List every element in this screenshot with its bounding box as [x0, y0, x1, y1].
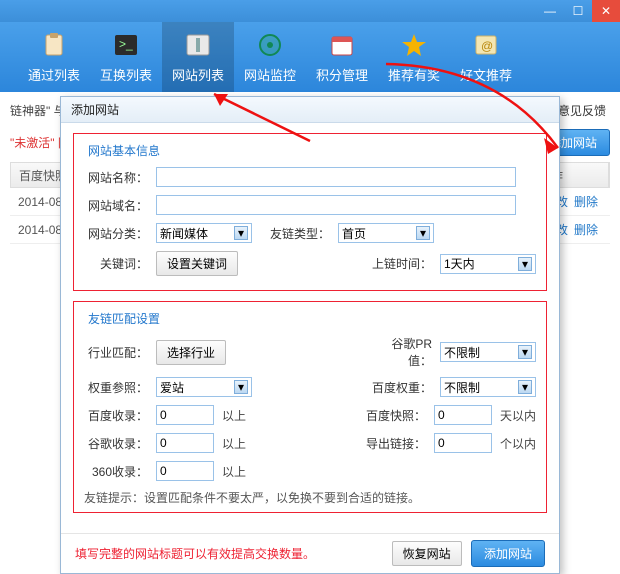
delete-link[interactable]: 删除: [574, 195, 598, 209]
bdsnap-label: 百度快照：: [362, 407, 426, 424]
section-match-settings: 友链匹配设置 行业匹配： 选择行业 谷歌PR值： 不限制▾ 权重参照： 爱站▾ …: [73, 301, 547, 513]
target-icon: [255, 31, 285, 59]
chevron-down-icon: ▾: [234, 226, 248, 240]
s360-input[interactable]: [156, 461, 214, 481]
window-icon: [183, 31, 213, 59]
link-type-label: 友链类型：: [266, 225, 330, 242]
clipboard-icon: [39, 31, 69, 59]
terminal-icon: >_: [111, 31, 141, 59]
bdweight-select[interactable]: 不限制▾: [440, 377, 536, 397]
nav-item[interactable]: @ 好文推荐: [450, 22, 522, 92]
chevron-down-icon: ▾: [518, 380, 532, 394]
nav-item[interactable]: 网站列表: [162, 22, 234, 92]
nav-item[interactable]: 积分管理: [306, 22, 378, 92]
nav-item[interactable]: 通过列表: [18, 22, 90, 92]
site-name-label: 网站名称：: [84, 169, 148, 186]
weight-ref-label: 权重参照：: [84, 379, 148, 396]
select-industry-button[interactable]: 选择行业: [156, 340, 226, 365]
nav-item[interactable]: 推荐有奖: [378, 22, 450, 92]
gg-index-label: 谷歌收录：: [84, 435, 148, 452]
export-label: 导出链接：: [362, 435, 426, 452]
site-cat-label: 网站分类：: [84, 225, 148, 242]
suffix: 以上: [222, 463, 246, 480]
submit-add-site-button[interactable]: 添加网站: [471, 540, 545, 567]
suffix: 个以内: [500, 435, 536, 452]
nav-label: 推荐有奖: [388, 65, 440, 84]
baidu-index-input[interactable]: [156, 405, 214, 425]
s360-label: 360收录：: [84, 463, 148, 480]
link-type-select[interactable]: 首页▾: [338, 223, 434, 243]
svg-text:>_: >_: [119, 37, 133, 51]
chevron-down-icon: ▾: [416, 226, 430, 240]
weight-ref-select[interactable]: 爱站▾: [156, 377, 252, 397]
calendar-icon: [327, 31, 357, 59]
match-hint: 友链提示：设置匹配条件不要太严，以免换不要到合适的链接。: [84, 489, 536, 506]
gpr-label: 谷歌PR值：: [368, 335, 432, 369]
close-button[interactable]: ✕: [592, 0, 620, 22]
star-icon: [399, 31, 429, 59]
nav-item[interactable]: 网站监控: [234, 22, 306, 92]
uptime-label: 上链时间：: [368, 255, 432, 272]
delete-link[interactable]: 删除: [574, 223, 598, 237]
svg-text:@: @: [481, 39, 493, 53]
nav-label: 互换列表: [100, 65, 152, 84]
dialog-title: 添加网站: [61, 97, 559, 123]
restore-site-button[interactable]: 恢复网站: [392, 541, 462, 566]
footer-tip: 填写完整的网站标题可以有效提高交换数量。: [75, 545, 315, 562]
gg-index-input[interactable]: [156, 433, 214, 453]
suffix: 天以内: [500, 407, 536, 424]
maximize-button[interactable]: ☐: [564, 0, 592, 22]
nav-label: 积分管理: [316, 65, 368, 84]
suffix: 以上: [222, 407, 246, 424]
site-name-input[interactable]: [156, 167, 516, 187]
baidu-index-label: 百度收录：: [84, 407, 148, 424]
chevron-down-icon: ▾: [518, 257, 532, 271]
feedback-link[interactable]: 意见反馈: [558, 104, 606, 118]
nav-label: 网站列表: [172, 65, 224, 84]
section-legend: 友链匹配设置: [84, 310, 164, 327]
bdsnap-input[interactable]: [434, 405, 492, 425]
set-keyword-button[interactable]: 设置关键词: [156, 251, 238, 276]
add-site-dialog: 添加网站 网站基本信息 网站名称： 网站域名： 网站分类： 新闻媒体▾ 友链类型…: [60, 96, 560, 574]
export-input[interactable]: [434, 433, 492, 453]
bdweight-label: 百度权重：: [368, 379, 432, 396]
nav-item[interactable]: >_ 互换列表: [90, 22, 162, 92]
section-legend: 网站基本信息: [84, 142, 164, 159]
suffix: 以上: [222, 435, 246, 452]
chevron-down-icon: ▾: [234, 380, 248, 394]
industry-label: 行业匹配：: [84, 344, 148, 361]
at-icon: @: [471, 31, 501, 59]
top-nav: 通过列表 >_ 互换列表 网站列表 网站监控 积分管理 推荐有奖 @ 好文推荐: [0, 22, 620, 92]
nav-label: 网站监控: [244, 65, 296, 84]
nav-label: 好文推荐: [460, 65, 512, 84]
chevron-down-icon: ▾: [518, 345, 532, 359]
minimize-button[interactable]: —: [536, 0, 564, 22]
section-basic-info: 网站基本信息 网站名称： 网站域名： 网站分类： 新闻媒体▾ 友链类型： 首页▾…: [73, 133, 547, 291]
nav-label: 通过列表: [28, 65, 80, 84]
keyword-label: 关键词：: [84, 255, 148, 272]
uptime-select[interactable]: 1天内▾: [440, 254, 536, 274]
site-domain-input[interactable]: [156, 195, 516, 215]
site-cat-select[interactable]: 新闻媒体▾: [156, 223, 252, 243]
window-titlebar: — ☐ ✕: [0, 0, 620, 22]
gpr-select[interactable]: 不限制▾: [440, 342, 536, 362]
site-domain-label: 网站域名：: [84, 197, 148, 214]
